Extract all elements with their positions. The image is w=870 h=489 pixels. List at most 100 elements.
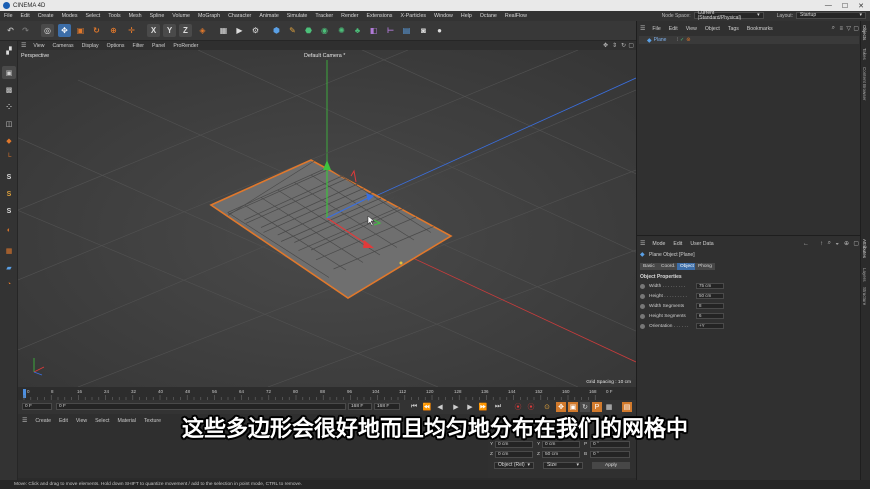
menu-volume[interactable]: Volume bbox=[168, 13, 194, 19]
end-frame-field[interactable]: 168 F bbox=[348, 403, 372, 410]
layer-dots-icon[interactable]: ⁞ bbox=[677, 37, 678, 43]
close-button[interactable]: ✕ bbox=[858, 2, 864, 10]
make-editable-icon[interactable]: ▞ bbox=[2, 44, 16, 57]
workplane-icon[interactable]: ▦ bbox=[2, 244, 16, 257]
snapping-icon[interactable]: S bbox=[2, 171, 16, 184]
points-mode-icon[interactable]: ⁘ bbox=[2, 100, 16, 113]
width-field[interactable]: 75 cm bbox=[696, 283, 724, 289]
polygons-mode-icon[interactable]: ◆ bbox=[2, 134, 16, 147]
scale-tool-icon[interactable]: ▣ bbox=[74, 24, 87, 37]
menu-realflow[interactable]: RealFlow bbox=[501, 13, 531, 19]
objmgr-menu-file[interactable]: File bbox=[648, 26, 664, 32]
viewport-menu-prorender[interactable]: ProRender bbox=[169, 43, 202, 49]
edges-mode-icon[interactable]: ◫ bbox=[2, 117, 16, 130]
animate-dot-icon[interactable] bbox=[640, 323, 645, 329]
floor-object-icon[interactable]: ▤ bbox=[400, 24, 413, 37]
animate-dot-icon[interactable] bbox=[640, 313, 645, 319]
position-z-field[interactable]: 0 cm bbox=[495, 451, 533, 458]
render-region-icon[interactable]: ▦ bbox=[217, 24, 230, 37]
lock-icon[interactable]: ◒ bbox=[835, 241, 839, 247]
render-view-icon[interactable]: ▶ bbox=[233, 24, 246, 37]
viewport-camera-name[interactable]: Default Camera * bbox=[304, 53, 345, 59]
tab-basic[interactable]: Basic bbox=[640, 263, 658, 270]
animate-dot-icon[interactable] bbox=[640, 293, 645, 299]
axis-mode-icon[interactable]: └ bbox=[2, 151, 16, 164]
objmgr-filter-icon[interactable]: ▽ bbox=[846, 25, 851, 32]
z-axis-lock-icon[interactable]: Z bbox=[179, 24, 192, 37]
cube-object-icon[interactable]: ⬢ bbox=[270, 24, 283, 37]
objmgr-menu-object[interactable]: Object bbox=[701, 26, 724, 32]
tab-phong[interactable]: Phong bbox=[695, 263, 715, 270]
side-tab-content-browser[interactable]: Content Browser bbox=[862, 67, 867, 101]
model-mode-icon[interactable]: ▣ bbox=[2, 66, 16, 79]
menu-mograph[interactable]: MoGraph bbox=[194, 13, 224, 19]
objmgr-menu-view[interactable]: View bbox=[682, 26, 701, 32]
timeline-ruler[interactable]: 0 8 16 24 32 40 48 56 64 72 80 88 96 104… bbox=[18, 387, 636, 400]
side-tab-attributes[interactable]: Attributes bbox=[862, 239, 867, 258]
tab-coord[interactable]: Coord. bbox=[658, 263, 679, 270]
objmgr-expand-icon[interactable]: ▢ bbox=[853, 25, 859, 32]
soft-selection-icon[interactable]: ◐ bbox=[2, 224, 16, 237]
new-attr-manager-icon[interactable]: ⊕ bbox=[844, 240, 849, 247]
attrmgr-expand-icon[interactable]: ▢ bbox=[853, 240, 859, 247]
viewport-menu-options[interactable]: Options bbox=[103, 43, 129, 49]
x-axis-lock-icon[interactable]: X bbox=[147, 24, 160, 37]
menu-simulate[interactable]: Simulate bbox=[283, 13, 312, 19]
viewport-nav-rotate-icon[interactable]: ↻ bbox=[621, 42, 626, 49]
undo-icon[interactable]: ↶ bbox=[4, 24, 17, 37]
workplane-snap-icon[interactable]: S bbox=[2, 188, 16, 201]
texture-mode-icon[interactable]: ▩ bbox=[2, 83, 16, 96]
objmgr-menu-tags[interactable]: Tags bbox=[724, 26, 743, 32]
tab-object[interactable]: Object bbox=[677, 263, 697, 270]
extrude-generator-icon[interactable]: ◉ bbox=[318, 24, 331, 37]
quantize-icon[interactable]: S bbox=[2, 205, 16, 218]
orientation-dropdown[interactable]: +Y bbox=[696, 323, 724, 329]
light-object-icon[interactable]: ● bbox=[433, 24, 446, 37]
visibility-check-icon[interactable]: ✓ bbox=[680, 37, 684, 43]
viewport-nav-zoom-icon[interactable]: ⇕ bbox=[612, 42, 617, 49]
y-axis-lock-icon[interactable]: Y bbox=[163, 24, 176, 37]
start-frame-field[interactable]: 0 F bbox=[56, 403, 346, 410]
menu-octane[interactable]: Octane bbox=[476, 13, 501, 19]
locked-workplane-icon[interactable]: ▰ bbox=[2, 261, 16, 274]
up-arrow-icon[interactable]: ↑ bbox=[820, 241, 823, 247]
phong-tag-icon[interactable]: ⊛ bbox=[686, 37, 690, 43]
menu-render[interactable]: Render bbox=[337, 13, 362, 19]
move-tool-icon[interactable]: ✥ bbox=[58, 24, 71, 37]
viewport-nav-move-icon[interactable]: ✥ bbox=[603, 42, 608, 49]
camera-object-icon[interactable]: ◙ bbox=[417, 24, 430, 37]
coordinate-system-icon[interactable]: ◈ bbox=[196, 24, 209, 37]
menu-tracker[interactable]: Tracker bbox=[311, 13, 337, 19]
objmgr-menu-edit[interactable]: Edit bbox=[665, 26, 682, 32]
attrmgr-menu-user-data[interactable]: User Data bbox=[686, 241, 717, 247]
node-space-dropdown[interactable]: Current (Standard/Physical) ▾ bbox=[693, 10, 764, 20]
current-frame-field[interactable]: 0 F bbox=[22, 403, 52, 410]
apply-button[interactable]: Apply bbox=[592, 462, 630, 469]
size-mode-dropdown[interactable]: Size ▾ bbox=[543, 462, 583, 469]
viewport-maximize-icon[interactable]: ▢ bbox=[628, 42, 634, 49]
attrmgr-menu-mode[interactable]: Mode bbox=[648, 241, 669, 247]
preview-end-frame-field[interactable]: 168 F bbox=[374, 403, 400, 410]
viewport-menu-panel[interactable]: Panel bbox=[148, 43, 169, 49]
viewport-menu-display[interactable]: Display bbox=[78, 43, 103, 49]
attrmgr-menu-edit[interactable]: Edit bbox=[669, 241, 686, 247]
object-name[interactable]: Plane bbox=[654, 37, 674, 43]
timeline-playhead[interactable] bbox=[23, 389, 26, 398]
redo-icon[interactable]: ↷ bbox=[19, 24, 32, 37]
viewport-menu-filter[interactable]: Filter bbox=[129, 43, 149, 49]
animate-dot-icon[interactable] bbox=[640, 303, 645, 309]
transform-tool-icon[interactable]: ✛ bbox=[125, 24, 138, 37]
side-tab-structure[interactable]: Structure bbox=[862, 287, 867, 305]
back-arrow-icon[interactable]: ← bbox=[803, 241, 809, 247]
side-tab-objects[interactable]: Objects bbox=[862, 25, 867, 40]
menu-tools[interactable]: Tools bbox=[104, 13, 124, 19]
menu-file[interactable]: File bbox=[0, 13, 17, 19]
rotation-b-field[interactable]: 0 ° bbox=[590, 451, 630, 458]
3d-viewport[interactable]: Perspective Default Camera * Grid Spacin… bbox=[18, 50, 636, 387]
height-segments-field[interactable]: 6 bbox=[696, 313, 724, 319]
side-tab-layers[interactable]: Layers bbox=[862, 268, 867, 282]
width-segments-field[interactable]: 8 bbox=[696, 303, 724, 309]
menu-animate[interactable]: Animate bbox=[255, 13, 282, 19]
menu-window[interactable]: Window bbox=[430, 13, 457, 19]
menu-help[interactable]: Help bbox=[457, 13, 476, 19]
